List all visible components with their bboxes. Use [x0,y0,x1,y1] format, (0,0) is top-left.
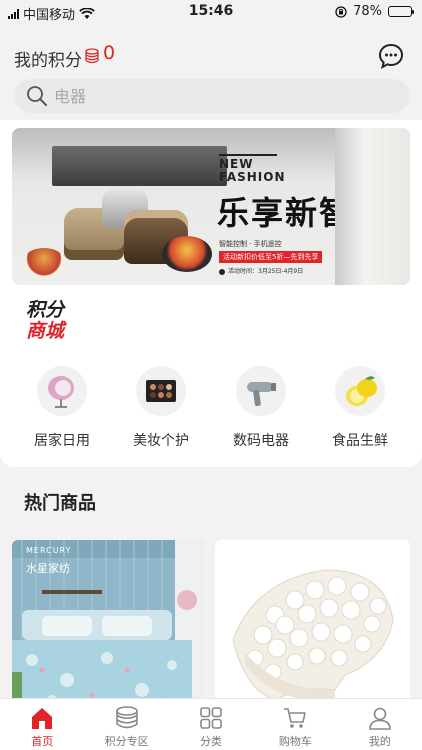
grid-icon [200,707,222,729]
tab-home[interactable]: 首页 [0,699,84,750]
egg-chair-icon [37,366,87,416]
brand-en: MERCURY [26,546,72,555]
tab-points[interactable]: 积分专区 [84,699,168,750]
tab-me[interactable]: 我的 [338,699,422,750]
status-right: 78% [335,4,414,19]
battery-icon [388,6,414,17]
category-food[interactable]: 食品生鲜 [310,366,410,450]
coins-icon [115,706,138,729]
banner-tag: NEW FASHION [219,154,285,184]
tab-label: 分类 [200,735,223,748]
banner-shelf-image [52,146,227,186]
points-label: 我的积分 [14,51,82,71]
product-card[interactable]: MERCURY 水星家纺 [12,540,205,710]
battery-percent: 78% [353,4,382,19]
points-mall-logo: 积分 商城 [26,300,64,342]
coin-stack-icon [85,48,99,64]
user-icon [369,707,391,730]
latex-pillow-image [215,540,410,710]
tab-label: 我的 [368,735,391,748]
search-icon [27,86,47,106]
lemon-icon [335,366,385,416]
tab-category[interactable]: 分类 [169,699,253,750]
category-digital[interactable]: 数码电器 [211,366,311,450]
food-bowl-image [22,248,66,278]
tab-label: 积分专区 [104,735,149,748]
category-label: 食品生鲜 [332,433,388,449]
status-bar: 中国移动 15:46 78% [0,0,422,24]
brand-text: 水星家纺 [26,562,70,575]
mall-logo-line2: 商城 [26,320,65,342]
tab-label: 购物车 [278,735,312,748]
food-bowl-image [162,236,212,272]
category-row: 居家日用 美妆个护 数码电器 食品生鲜 [0,366,422,456]
banner-subline: 智能控制 · 手机遥控 [219,240,282,248]
mall-logo-line1: 积分 [26,299,65,321]
tab-bar: 首页 积分专区 分类 购物车 我的 [0,698,422,750]
message-icon[interactable] [378,43,404,69]
product-card[interactable] [215,540,410,710]
hair-dryer-icon [236,366,286,416]
category-home[interactable]: 居家日用 [12,366,112,450]
points-value[interactable]: 0 [103,42,115,64]
search-bar[interactable] [14,79,410,113]
cart-icon [284,708,307,728]
next-banner-peek[interactable] [335,128,410,285]
banner-promo: 活动新扣价低至5折—先到先享 [219,251,323,263]
promo-banner[interactable]: NEW FASHION 乐享新智能 智能控制 · 手机遥控 活动新扣价低至5折—… [12,128,410,285]
eyeshadow-palette-icon [136,366,186,416]
rotation-lock-icon [335,5,347,18]
search-input[interactable] [54,84,394,108]
category-label: 美妆个护 [133,433,189,449]
tab-cart[interactable]: 购物车 [253,699,337,750]
tab-label: 首页 [31,735,54,748]
category-label: 居家日用 [34,433,90,449]
header: 我的积分 0 [0,30,422,80]
home-icon [32,708,53,729]
banner-date: 活动时间：3月25日-4月9日 [219,266,303,275]
category-label: 数码电器 [233,433,289,449]
hot-products-title: 热门商品 [24,493,96,514]
category-beauty[interactable]: 美妆个护 [111,366,211,450]
